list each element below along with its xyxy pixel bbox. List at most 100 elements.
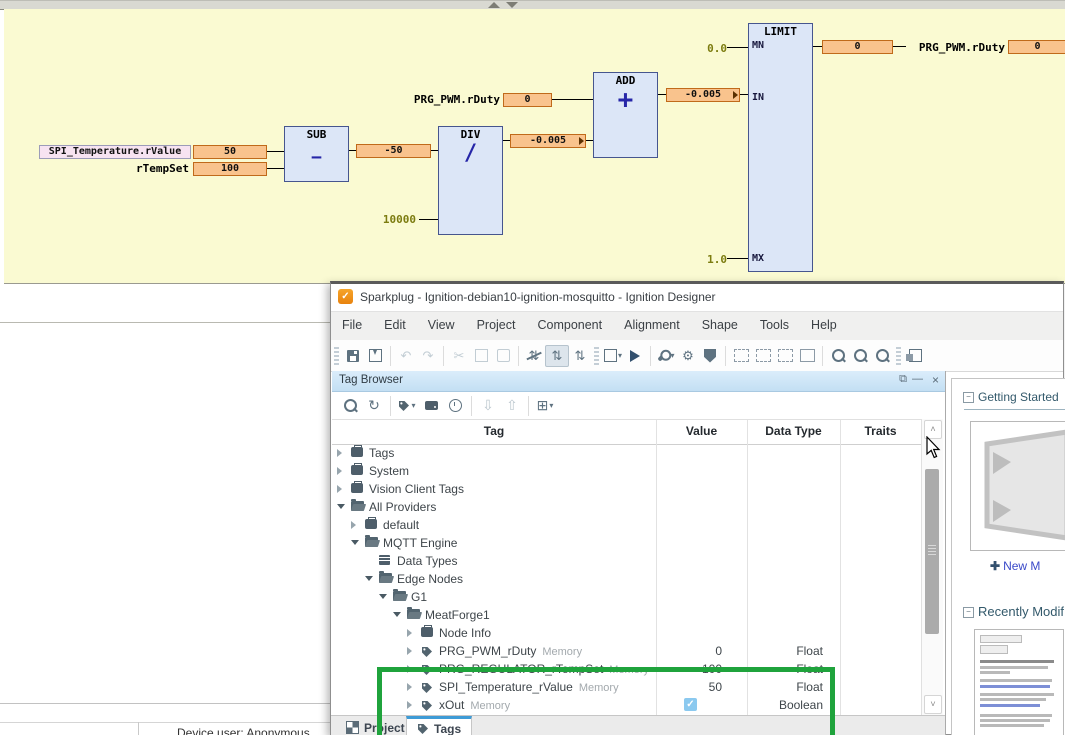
align-center-button[interactable] — [752, 346, 774, 366]
fbd-value-sub-out[interactable]: -50 — [356, 144, 431, 158]
chevron-right-icon[interactable] — [407, 629, 412, 637]
menu-edit[interactable]: Edit — [373, 312, 417, 332]
tag-value[interactable]: 0 — [655, 644, 722, 658]
fbd-block-limit[interactable]: LIMIT MN IN MX — [748, 23, 813, 272]
fbd-value-limit-out[interactable]: 0 — [822, 40, 893, 54]
fbd-value-input[interactable]: 50 — [193, 145, 267, 159]
tree-row-vision-client-tags[interactable]: Vision Client Tags — [332, 480, 921, 498]
zoom-out-button[interactable] — [849, 346, 871, 366]
tag-label[interactable]: MeatForge1 — [425, 608, 490, 622]
align-right-button[interactable] — [774, 346, 796, 366]
column-header-value[interactable]: Value — [656, 424, 747, 438]
fbd-value-out[interactable]: 0 — [1008, 40, 1065, 54]
new-tag-button[interactable]: ▾ — [395, 396, 419, 416]
window-titlebar[interactable]: ✓ Sparkplug - Ignition-debian10-ignition… — [331, 284, 1063, 311]
tools-button[interactable]: ▾ — [655, 346, 677, 366]
fbd-operand-out[interactable]: PRG_PWM.rDuty — [908, 41, 1005, 54]
tree-row-meatforge1[interactable]: MeatForge1 — [332, 606, 921, 624]
collapse-icon[interactable]: − — [963, 392, 974, 403]
float-panel-icon[interactable]: ⧉ — [899, 373, 907, 386]
tag-label[interactable]: Vision Client Tags — [369, 482, 464, 496]
zoom-in-button[interactable] — [827, 346, 849, 366]
security-button[interactable] — [699, 346, 721, 366]
menu-alignment[interactable]: Alignment — [613, 312, 691, 332]
tag-label[interactable]: System — [369, 464, 409, 478]
new-main-window-link[interactable]: ✚New M — [990, 559, 1040, 573]
save-button[interactable] — [342, 346, 364, 366]
fbd-block-sub[interactable]: SUB − — [284, 126, 349, 182]
edit-settings-button[interactable]: ⚙ — [677, 346, 699, 366]
tag-history-button[interactable] — [443, 396, 467, 416]
fbd-const-max[interactable]: 1.0 — [700, 253, 727, 266]
chevron-right-icon[interactable] — [351, 521, 356, 529]
scrollbar-thumb[interactable] — [925, 469, 939, 634]
collapse-icon[interactable]: − — [963, 607, 974, 618]
tree-row-g1[interactable]: G1 — [332, 588, 921, 606]
fbd-const-10000[interactable]: 10000 — [364, 213, 416, 226]
tag-refresh-button[interactable]: ↻ — [362, 396, 386, 416]
tag-label[interactable]: All Providers — [369, 500, 436, 514]
chevron-right-icon[interactable] — [337, 485, 342, 493]
tree-row-all-providers[interactable]: All Providers — [332, 498, 921, 516]
toolbar-grip[interactable] — [334, 347, 339, 365]
tag-label[interactable]: Tags — [369, 446, 394, 460]
zoom-reset-button[interactable] — [871, 346, 893, 366]
fbd-operand-setpoint[interactable]: rTempSet — [39, 162, 189, 175]
menu-file[interactable]: File — [331, 312, 373, 332]
paste-button[interactable] — [492, 346, 514, 366]
close-panel-icon[interactable]: × — [932, 373, 939, 387]
main-toolbar[interactable]: ↶ ↷ ✂ ⇅ ⇅ ⇅ ▾ ▾ ⚙ — [331, 340, 1063, 372]
udt-button[interactable] — [419, 396, 443, 416]
menu-component[interactable]: Component — [526, 312, 613, 332]
preview-play-button[interactable] — [624, 346, 646, 366]
toolbar-grip[interactable] — [594, 347, 599, 365]
menu-tools[interactable]: Tools — [749, 312, 800, 332]
fbd-canvas[interactable]: SPI_Temperature.rValue 50 rTempSet 100 S… — [4, 9, 1065, 284]
scroll-down-icon[interactable]: ˅ — [924, 695, 942, 714]
align-left-button[interactable] — [730, 346, 752, 366]
tag-label[interactable]: G1 — [411, 590, 427, 604]
recently-modified-thumbnail[interactable] — [974, 629, 1064, 735]
menu-view[interactable]: View — [417, 312, 466, 332]
edit-columns-button[interactable]: ⊞▾ — [533, 396, 557, 416]
redo-button[interactable]: ↷ — [417, 346, 439, 366]
fbd-value-add-out[interactable]: -0.005 — [666, 88, 740, 102]
tag-search-button[interactable] — [338, 396, 362, 416]
no-layout-button[interactable]: ⇅ — [523, 346, 545, 366]
save-all-button[interactable] — [364, 346, 386, 366]
chevron-down-icon[interactable] — [393, 612, 401, 617]
menu-project[interactable]: Project — [466, 312, 527, 332]
tree-row-mqtt-engine[interactable]: MQTT Engine — [332, 534, 921, 552]
tree-row-tags[interactable]: Tags — [332, 444, 921, 462]
column-header-traits[interactable]: Traits — [840, 424, 921, 438]
cascade-windows-button[interactable] — [904, 346, 926, 366]
chevron-down-icon[interactable] — [365, 576, 373, 581]
export-tags-button[interactable]: ⇧ — [500, 396, 524, 416]
copy-button[interactable] — [470, 346, 492, 366]
import-tags-button[interactable]: ⇩ — [476, 396, 500, 416]
anchored-layout-button[interactable]: ⇅ — [545, 345, 569, 367]
fbd-block-div[interactable]: DIV / — [438, 126, 503, 235]
menu-help[interactable]: Help — [800, 312, 848, 332]
fbd-const-min[interactable]: 0.0 — [700, 42, 727, 55]
chevron-down-icon[interactable] — [351, 540, 359, 545]
column-header-tag[interactable]: Tag — [332, 424, 656, 438]
menubar[interactable]: FileEditViewProjectComponentAlignmentSha… — [331, 311, 1063, 341]
cut-button[interactable]: ✂ — [448, 346, 470, 366]
tree-row-system[interactable]: System — [332, 462, 921, 480]
tree-row-edge-nodes[interactable]: Edge Nodes — [332, 570, 921, 588]
fbd-block-add[interactable]: ADD + — [593, 72, 658, 158]
tree-row-data-types[interactable]: Data Types — [332, 552, 921, 570]
tag-tree-scrollbar[interactable]: ˄ ˅ — [921, 419, 943, 715]
tag-browser-titlebar[interactable]: Tag Browser ⧉ — × — [332, 371, 945, 392]
chevron-right-icon[interactable] — [407, 647, 412, 655]
tree-row-node-info[interactable]: Node Info — [332, 624, 921, 642]
fbd-operand-pwm[interactable]: PRG_PWM.rDuty — [400, 93, 500, 106]
chevron-right-icon[interactable] — [337, 467, 342, 475]
tag-label[interactable]: MQTT Engine — [383, 536, 457, 550]
fbd-value-setpoint[interactable]: 100 — [193, 162, 267, 176]
minimize-panel-icon[interactable]: — — [912, 373, 923, 385]
panel-divider[interactable] — [945, 371, 946, 735]
fbd-operand-input[interactable]: SPI_Temperature.rValue — [39, 145, 191, 159]
chevron-right-icon[interactable] — [337, 449, 342, 457]
